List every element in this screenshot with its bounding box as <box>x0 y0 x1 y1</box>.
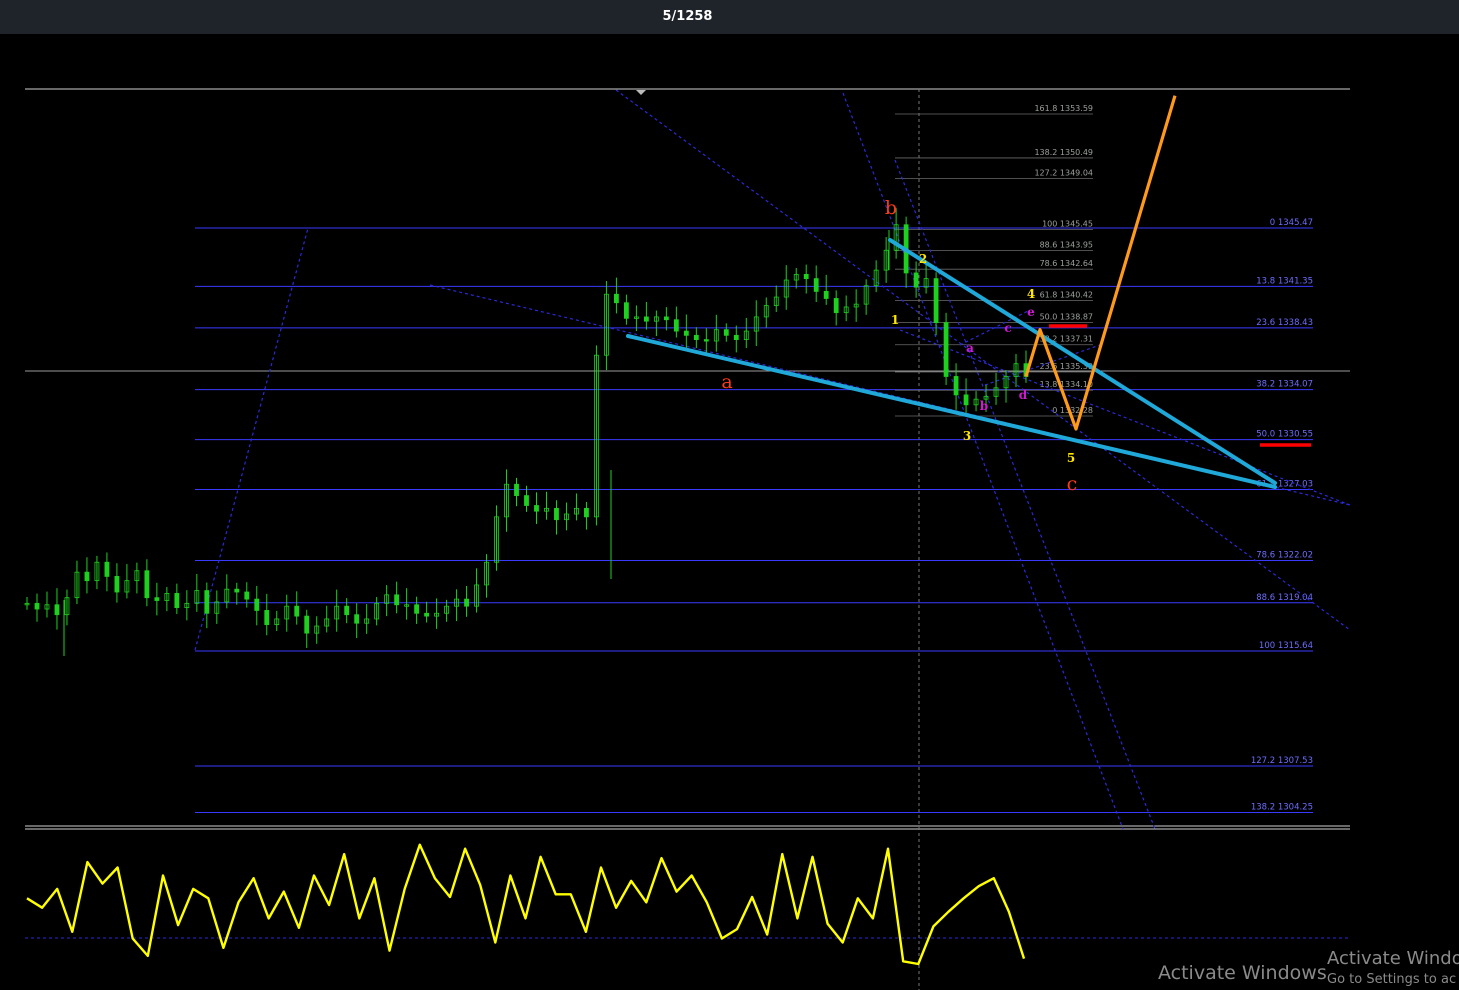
fib-level-label: 50.0 1330.55 <box>1256 430 1313 440</box>
candle-body <box>394 594 400 606</box>
candle-body <box>733 334 739 340</box>
wave-label-major: a <box>721 371 732 393</box>
fib-extension-label: 127.2 1349.04 <box>1034 168 1093 177</box>
wave-label-major: c <box>1067 473 1078 495</box>
candle-body <box>244 591 250 600</box>
fib-extension-label: 88.6 1343.95 <box>1040 241 1093 250</box>
fib-extension-label: 61.8 1340.42 <box>1040 291 1093 300</box>
candle-body <box>254 598 260 611</box>
fib-extension-label: 161.8 1353.59 <box>1034 104 1093 113</box>
candle-body <box>723 329 729 336</box>
candle-body <box>354 614 360 624</box>
fib-level-label: 88.6 1319.04 <box>1256 593 1313 603</box>
fibonacci-retracement-main: 0 1345.47 13.8 1341.35 23.6 1338.43 38.2 13… <box>195 218 1313 814</box>
oscillator-panel <box>25 843 1350 966</box>
trend-channel-lines <box>194 89 1351 830</box>
wave-label-sub: a <box>966 341 974 355</box>
candle-body <box>264 610 270 626</box>
activate-windows-subtitle: Go to Settings to ac <box>1327 972 1457 987</box>
candle-body <box>663 316 669 321</box>
chart-border <box>25 88 1350 990</box>
triangle-pattern <box>626 238 1277 489</box>
fib-extension-label: 138.2 1350.49 <box>1034 148 1093 157</box>
fib-level-label: 78.6 1322.02 <box>1256 551 1313 561</box>
candle-body <box>204 590 210 614</box>
wave-label-minor: 5 <box>1067 451 1075 465</box>
wave-label-minor: 1 <box>891 313 899 327</box>
candle-body <box>424 612 430 617</box>
price-chart[interactable]: 0 1345.47 13.8 1341.35 23.6 1338.43 38.2 13… <box>0 0 1459 990</box>
activate-windows-title: Activate Windo <box>1327 948 1459 969</box>
fib-extension-label: 50.0 1338.87 <box>1040 313 1093 322</box>
candle-body <box>913 272 919 288</box>
candle-body <box>823 290 829 299</box>
activate-windows-watermark: Activate Windows <box>1158 962 1327 984</box>
candle-body <box>104 561 110 577</box>
wave-labels: a b c 1 2 3 4 5 a b c d e <box>721 197 1077 495</box>
candle-body <box>584 507 589 518</box>
candle-body <box>703 339 709 342</box>
candle-body <box>933 278 939 323</box>
candle-body <box>624 302 629 319</box>
candle-body <box>524 495 529 506</box>
candle-body <box>294 605 300 617</box>
candle-body <box>693 334 699 340</box>
fib-level-label: 127.2 1307.53 <box>1251 756 1313 766</box>
fib-level-label: 0 1345.47 <box>1270 218 1313 228</box>
fib-level-label: 38.2 1334.07 <box>1256 380 1313 390</box>
candle-body <box>234 588 240 593</box>
candle-body <box>534 505 539 512</box>
candle-body <box>54 604 60 616</box>
wave-label-minor: 3 <box>963 429 971 443</box>
wave-label-sub: b <box>980 399 988 413</box>
fib-extension-label: 78.6 1342.64 <box>1040 259 1093 268</box>
wave-label-major: b <box>885 197 897 219</box>
dashed-trend-line <box>899 329 1351 506</box>
candle-body <box>953 376 959 396</box>
candle-body <box>943 322 949 377</box>
fib-extension-label: 0 1332.28 <box>1052 406 1093 415</box>
candle-body <box>154 597 160 601</box>
candle-body <box>614 293 619 304</box>
fib-level-label: 138.2 1304.25 <box>1251 803 1313 813</box>
candle-body <box>833 298 839 314</box>
candle-body <box>464 598 469 607</box>
candle-body <box>114 576 120 593</box>
candle-body <box>803 273 809 280</box>
wave-label-sub: c <box>1004 321 1011 335</box>
candle-body <box>304 615 310 634</box>
fib-level-label: 13.8 1341.35 <box>1256 276 1313 286</box>
candle-body <box>84 571 90 582</box>
candle-body <box>673 319 679 332</box>
fib-level-label: 23.6 1338.43 <box>1256 318 1313 328</box>
dashed-trend-line <box>894 159 1156 830</box>
fib-level-label: 100 1315.64 <box>1259 641 1313 651</box>
dashed-trend-line <box>194 227 309 651</box>
oscillator-line <box>26 843 1026 966</box>
wave-label-minor: 2 <box>919 252 927 266</box>
wave-label-minor: 4 <box>1027 287 1035 301</box>
candle-body <box>344 605 350 616</box>
wave-label-sub: e <box>1027 305 1035 319</box>
wave-label-sub: d <box>1019 388 1028 402</box>
candle-body <box>34 602 40 610</box>
candle-body <box>174 593 180 609</box>
candle-body <box>813 278 819 292</box>
candle-body <box>414 604 420 614</box>
scroll-marker <box>636 90 646 95</box>
candle-body <box>514 483 519 496</box>
candle-body <box>554 507 559 521</box>
fib-extension-label: 100 1345.45 <box>1042 219 1093 228</box>
price-candles <box>24 208 1029 656</box>
candle-body <box>963 394 969 406</box>
candle-body <box>144 570 150 599</box>
candle-body <box>643 316 649 322</box>
triangle-boundary-line <box>626 334 1277 489</box>
candle-body <box>683 330 689 336</box>
